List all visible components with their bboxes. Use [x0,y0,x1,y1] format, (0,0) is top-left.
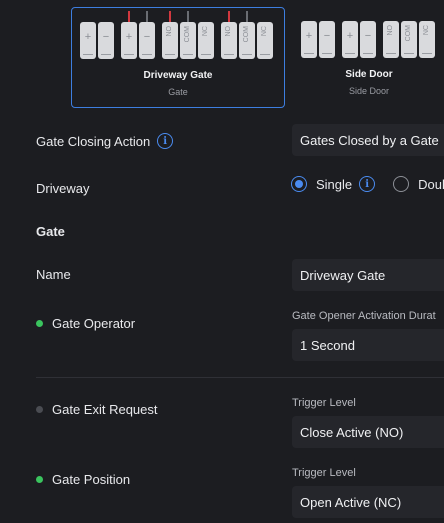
driveway-label: Driveway [36,181,90,196]
terminal-label: − [102,31,110,43]
gate-closing-action-select[interactable]: Gates Closed by a Gate [292,124,444,156]
wire [228,11,230,22]
terminal: + [342,21,358,58]
device-card-subtitle: Side Door [348,86,390,96]
device-card-title: Side Door [345,69,393,80]
radio-double-label: Doub [418,176,444,192]
activation-duration-select[interactable]: 1 Second [292,329,444,361]
radio-single-label: Single [316,176,353,192]
exit-trigger-level-label: Trigger Level [292,397,356,409]
info-icon[interactable]: i [359,176,376,192]
wire [128,11,130,22]
section-heading-gate: Gate [36,224,65,239]
terminal: NC [198,22,214,59]
terminal-label: + [125,31,133,43]
terminal: − [98,22,114,59]
terminal: + [121,11,137,59]
status-dot [36,476,43,483]
info-icon[interactable]: i [157,133,174,149]
gate-closing-action-label: Gate Closing Action i [36,133,174,149]
terminal-label: COM [184,26,191,43]
terminal: + [80,22,96,59]
terminal: COM [180,11,196,59]
driveway-radio-group: Single i Doub [291,176,444,192]
wire [246,11,248,22]
terminal: NC [419,21,435,58]
terminal: NO [162,11,178,59]
terminal: − [319,21,335,58]
position-trigger-level-label: Trigger Level [292,467,356,479]
terminal-label: + [84,31,92,43]
terminal: NO [221,11,237,59]
terminal-label: NO [166,26,173,37]
terminal: − [360,21,376,58]
terminal: − [139,11,155,59]
name-label: Name [36,267,71,282]
device-card-side-door[interactable]: + − + − NO COM NC Side Door Side Door [297,7,444,108]
terminal: COM [401,21,417,58]
terminal-label: − [323,30,331,42]
status-dot [36,406,43,413]
wire [187,11,189,22]
divider [36,377,444,378]
gate-closing-action-text: Gate Closing Action [36,133,151,149]
terminal-label: COM [405,25,412,42]
wire [169,11,171,22]
terminal: NC [257,22,273,59]
device-card-subtitle: Gate [168,87,188,97]
radio-double[interactable] [393,176,410,192]
device-card-driveway-gate[interactable]: + − + − NO COM NC NO COM NC Driveway Gate Gate [71,7,285,108]
terminal-label: − [364,30,372,42]
position-trigger-level-select[interactable]: Open Active (NC) [292,486,444,518]
terminal-label: NC [423,25,430,36]
terminal-label: NO [225,26,232,37]
terminal-label: + [346,30,354,42]
terminal-label: NC [261,26,268,37]
exit-trigger-level-select[interactable]: Close Active (NO) [292,416,444,448]
terminal-label: COM [243,26,250,43]
gate-operator-label: Gate Operator [36,316,135,331]
gate-exit-request-text: Gate Exit Request [52,402,158,417]
terminal-label: NO [387,25,394,36]
terminal-label: + [305,30,313,42]
gate-operator-text: Gate Operator [52,316,136,331]
gate-position-label: Gate Position [36,472,130,487]
radio-single[interactable] [291,176,307,192]
terminal-block: + − + − NO COM NC [301,21,437,58]
device-card-title: Driveway Gate [143,70,213,81]
terminal-label: NC [202,26,209,37]
status-dot [36,320,43,327]
terminal-block: + − + − NO COM NC NO COM NC [80,11,275,59]
name-input[interactable]: Driveway Gate [292,259,444,291]
terminal: NO [383,21,399,58]
activation-duration-label: Gate Opener Activation Durat [292,310,436,322]
terminal-label: − [143,31,151,43]
terminal: + [301,21,317,58]
terminal: COM [239,11,255,59]
gate-exit-request-label: Gate Exit Request [36,402,158,417]
wire [146,11,148,22]
gate-position-text: Gate Position [52,472,131,487]
